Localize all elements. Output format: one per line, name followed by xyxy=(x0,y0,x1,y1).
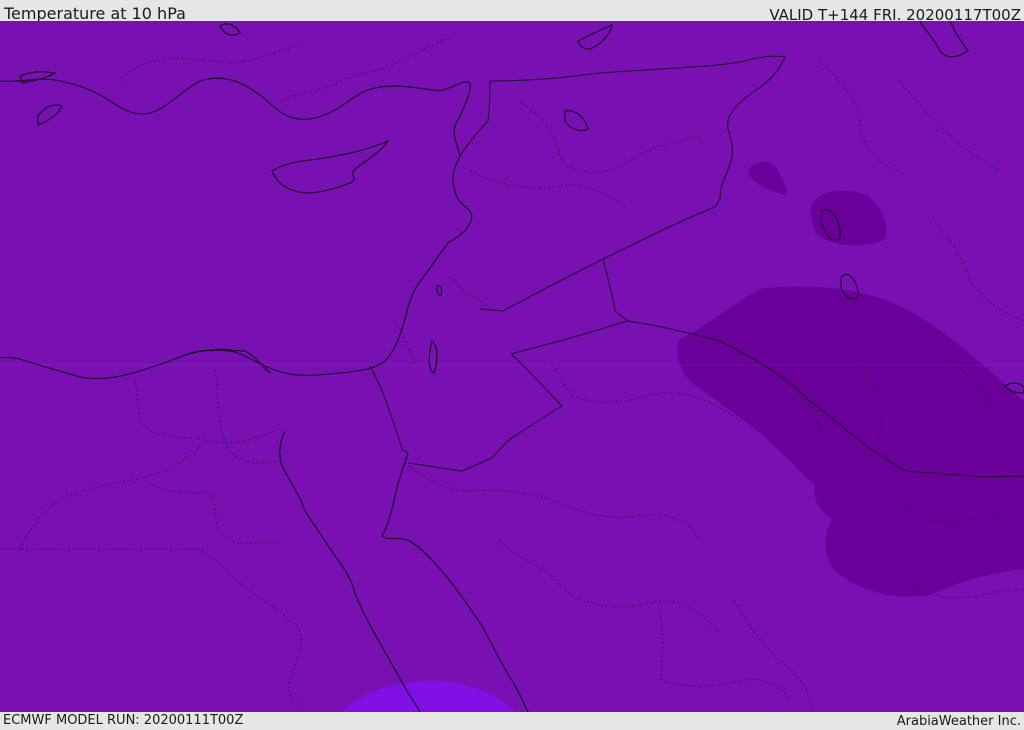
footer-bar: ECMWF MODEL RUN: 20200111T00Z ArabiaWeat… xyxy=(0,712,1024,729)
temperature-map xyxy=(0,21,1024,712)
header-bar: Temperature at 10 hPa VALID T+144 FRI. 2… xyxy=(0,0,1024,24)
map-canvas xyxy=(0,21,1024,712)
credit-label: ArabiaWeather Inc. xyxy=(896,714,1021,729)
model-run-label: ECMWF MODEL RUN: 20200111T00Z xyxy=(3,713,244,728)
